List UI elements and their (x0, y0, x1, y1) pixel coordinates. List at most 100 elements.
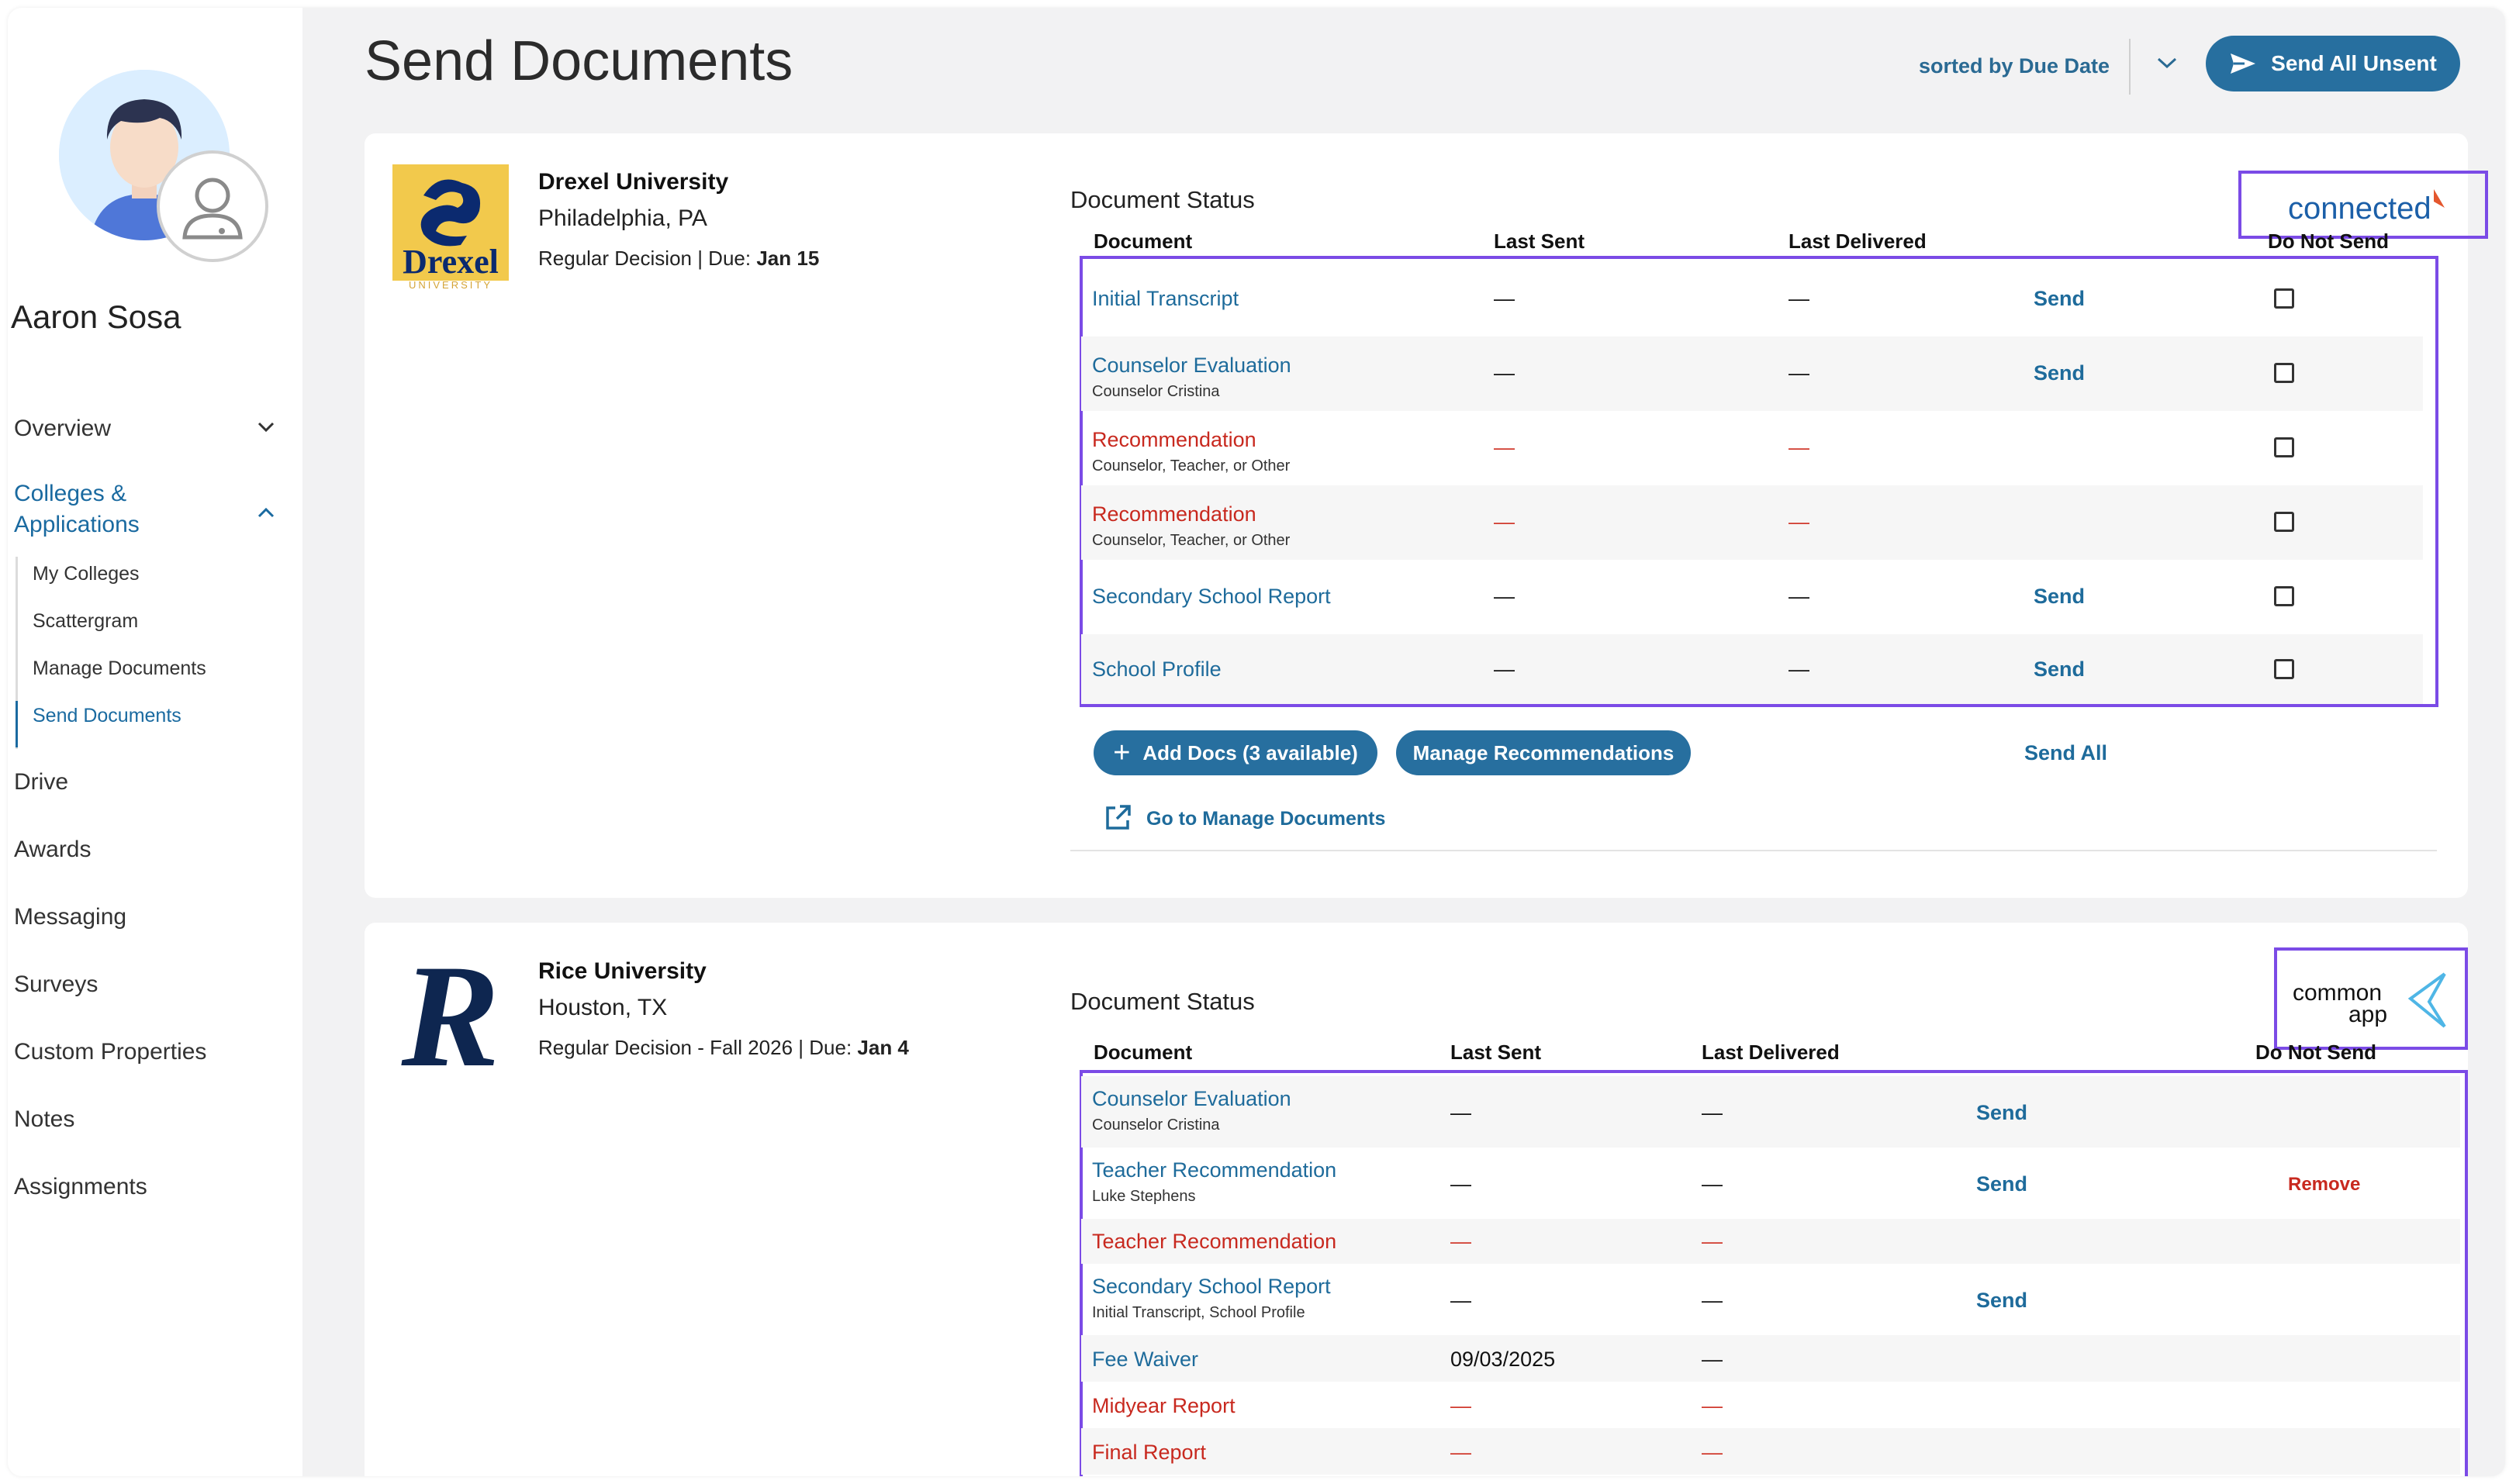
last-sent: 09/03/2025 (1450, 1348, 1556, 1371)
do-not-send-checkbox[interactable] (2274, 437, 2294, 457)
external-link-icon[interactable] (1103, 803, 1132, 833)
send-link[interactable]: Send (2034, 657, 2085, 682)
rice-logo-text: R (401, 951, 500, 1075)
col-header-do-not-send: Do Not Send (2268, 230, 2389, 253)
nav-surveys[interactable]: Surveys (14, 972, 98, 998)
chevron-down-icon[interactable] (257, 422, 275, 433)
user-profile-icon[interactable] (157, 150, 268, 262)
document-link[interactable]: Teacher Recommendation (1092, 1230, 1336, 1254)
last-sent: — (1450, 1289, 1471, 1312)
last-sent: — (1450, 1394, 1471, 1417)
last-sent: — (1494, 510, 1515, 533)
college-card-drexel: Drexel UNIVERSITY Drexel University Phil… (365, 133, 2488, 898)
subnav-manage-documents[interactable]: Manage Documents (33, 657, 206, 680)
manage-recommendations-button[interactable]: Manage Recommendations (1396, 730, 1691, 775)
sort-label[interactable]: sorted by Due Date (1919, 54, 2110, 78)
last-sent: — (1494, 436, 1515, 459)
nav-awards[interactable]: Awards (14, 837, 92, 863)
chevron-down-icon[interactable] (2156, 56, 2178, 70)
col-header-do-not-send: Do Not Send (2255, 1041, 2376, 1064)
app-window: Aaron Sosa Overview Colleges & Applicati… (8, 8, 2505, 1476)
do-not-send-checkbox[interactable] (2274, 512, 2294, 532)
document-subtitle: Initial Transcript, School Profile (1092, 1304, 1305, 1321)
col-header-last-sent: Last Sent (1450, 1041, 1542, 1064)
subnav-my-colleges[interactable]: My Colleges (33, 563, 140, 585)
remove-link[interactable]: Remove (2288, 1174, 2360, 1196)
table-row: School Profile — — Send (1081, 634, 2423, 704)
send-link[interactable]: Send (1976, 1101, 2027, 1125)
common-app-line2: app (2348, 1002, 2387, 1027)
send-link[interactable]: Send (1976, 1172, 2027, 1196)
last-delivered: — (1789, 510, 1809, 533)
do-not-send-checkbox[interactable] (2274, 363, 2294, 383)
table-row: Midyear Report — — (1081, 1382, 2460, 1428)
send-link[interactable]: Send (2034, 287, 2085, 311)
plan-text: Regular Decision - Fall 2026 | Due: (538, 1036, 858, 1059)
last-sent: — (1450, 1101, 1471, 1124)
last-delivered: — (1702, 1230, 1723, 1253)
send-all-unsent-button[interactable]: Send All Unsent (2206, 36, 2460, 91)
add-docs-button[interactable]: + Add Docs (3 available) (1094, 730, 1377, 775)
platform-highlight-box: connected (2238, 171, 2488, 239)
send-link[interactable]: Send (2034, 585, 2085, 609)
document-link[interactable]: Counselor Evaluation (1092, 1087, 1291, 1111)
document-link[interactable]: Counselor Evaluation (1092, 354, 1291, 378)
go-to-manage-documents-link[interactable]: Go to Manage Documents (1146, 808, 1385, 830)
do-not-send-checkbox[interactable] (2274, 659, 2294, 679)
do-not-send-checkbox[interactable] (2274, 288, 2294, 309)
send-link[interactable]: Send (2034, 361, 2085, 385)
plus-icon: + (1113, 736, 1131, 769)
document-link[interactable]: Fee Waiver (1092, 1348, 1198, 1372)
last-sent: — (1494, 361, 1515, 385)
last-sent: — (1494, 287, 1515, 310)
table-row: Counselor Evaluation Counselor Cristina … (1081, 336, 2423, 411)
document-subtitle: Counselor Cristina (1092, 1116, 1220, 1134)
nav-notes[interactable]: Notes (14, 1106, 74, 1133)
col-header-document: Document (1094, 230, 1193, 253)
nav-colleges-label: Colleges & (14, 481, 127, 506)
document-link[interactable]: Secondary School Report (1092, 585, 1331, 609)
common-app-logo: common app (2293, 972, 2446, 1028)
document-link[interactable]: Midyear Report (1092, 1394, 1236, 1418)
plan-text: Regular Decision | Due: (538, 247, 757, 270)
do-not-send-checkbox[interactable] (2274, 586, 2294, 606)
document-subtitle: Luke Stephens (1092, 1188, 1196, 1205)
send-all-link[interactable]: Send All (2024, 741, 2107, 765)
table-row: Teacher Recommendation Luke Stephens — —… (1081, 1148, 2460, 1219)
document-link[interactable]: Teacher Recommendation (1092, 1158, 1336, 1182)
nav-custom-properties[interactable]: Custom Properties (14, 1039, 206, 1065)
chevron-up-icon[interactable] (257, 507, 275, 518)
nav-overview[interactable]: Overview (14, 416, 111, 442)
nav-messaging[interactable]: Messaging (14, 904, 126, 930)
table-row: Fee Waiver 09/03/2025 — (1081, 1335, 2460, 1382)
col-header-last-delivered: Last Delivered (1789, 230, 1927, 253)
last-delivered: — (1702, 1289, 1723, 1312)
last-delivered: — (1789, 361, 1809, 385)
nav-drive[interactable]: Drive (14, 769, 68, 795)
table-row: Recommendation Counselor, Teacher, or Ot… (1081, 411, 2423, 485)
send-plane-icon (2231, 53, 2256, 74)
document-link[interactable]: Initial Transcript (1092, 287, 1239, 311)
table-row: Secondary School Report — — Send (1081, 560, 2423, 634)
subnav-send-documents[interactable]: Send Documents (33, 705, 181, 727)
send-link[interactable]: Send (1976, 1289, 2027, 1313)
document-link[interactable]: School Profile (1092, 657, 1222, 682)
document-subtitle: Counselor, Teacher, or Other (1092, 457, 1291, 475)
avatar (59, 70, 292, 271)
last-sent: — (1450, 1441, 1471, 1464)
document-link[interactable]: Secondary School Report (1092, 1275, 1331, 1299)
connected-logo-text: connected (2288, 192, 2431, 226)
last-delivered: — (1789, 436, 1809, 459)
document-link[interactable]: Recommendation (1092, 428, 1256, 452)
nav-colleges-applications[interactable]: Colleges & Applications (14, 481, 140, 538)
add-docs-label: Add Docs (3 available) (1142, 740, 1358, 764)
school-name: Rice University (538, 958, 707, 984)
drexel-logo-sub: UNIVERSITY (409, 279, 492, 290)
last-delivered: — (1702, 1394, 1723, 1417)
document-link[interactable]: Recommendation (1092, 502, 1256, 526)
last-delivered: — (1789, 657, 1809, 681)
nav-assignments[interactable]: Assignments (14, 1174, 147, 1200)
subnav-scattergram[interactable]: Scattergram (33, 610, 138, 633)
last-sent: — (1494, 585, 1515, 608)
document-link[interactable]: Final Report (1092, 1441, 1206, 1465)
